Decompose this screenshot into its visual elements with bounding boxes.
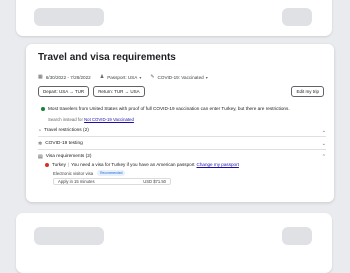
section-label: Travel restrictions (2) <box>44 128 89 133</box>
date-range-label: 6/30/2022 - 7/28/2022 <box>45 74 91 80</box>
clock-icon: ◔ <box>38 127 42 134</box>
search-instead-prefix: Search instead for <box>48 117 83 122</box>
chevron-down-icon: ⌄ <box>321 140 326 147</box>
previous-card <box>16 0 332 36</box>
alert-icon <box>45 162 49 167</box>
entry-notice: Most travelers from United States with p… <box>41 106 290 111</box>
separator: | <box>67 162 70 167</box>
chevron-down-icon: ▾ <box>139 74 142 80</box>
document-icon: ▤ <box>38 153 43 160</box>
section-covid-testing[interactable]: ✲ COVID-19 testing ⌄ <box>38 138 326 149</box>
date-range-filter[interactable]: ▦ 6/30/2022 - 7/28/2022 <box>38 74 91 80</box>
card-title: Travel and visa requirements <box>38 52 176 63</box>
covid-label: COVID-19: Vaccinated <box>157 74 204 80</box>
next-card <box>16 213 332 273</box>
not-vaccinated-link[interactable]: Not COVID-19 Vaccinated <box>84 117 134 122</box>
placeholder-bar <box>282 227 312 245</box>
route-selector: Depart: USA → TUR Return: TUR → USA <box>38 86 149 97</box>
evisa-label: Electronic visitor visa <box>53 170 94 176</box>
depart-route-button[interactable]: Depart: USA → TUR <box>38 86 90 97</box>
passport-icon: ♟ <box>99 74 105 80</box>
passport-label: Passport: USA <box>107 74 138 80</box>
edit-trip-button[interactable]: Edit my trip <box>291 86 324 97</box>
chevron-down-icon: ⌄ <box>321 127 326 134</box>
placeholder-bar <box>282 8 312 26</box>
passport-filter[interactable]: ♟ Passport: USA ▾ <box>100 74 142 80</box>
apply-price: USD $71.50 <box>143 179 166 184</box>
apply-option[interactable]: Apply in 15 minutes USD $71.50 <box>53 178 171 185</box>
placeholder-bar <box>34 227 104 245</box>
syringe-icon: ✎ <box>150 74 155 80</box>
apply-label: Apply in 15 minutes <box>58 179 95 184</box>
entry-notice-text: Most travelers from United States with p… <box>48 106 290 111</box>
check-circle-icon <box>41 106 45 111</box>
section-label: COVID-19 testing <box>45 141 83 146</box>
placeholder-bar <box>34 8 104 26</box>
divider <box>38 149 326 150</box>
section-visa-requirements[interactable]: ▤ Visa requirements (2) ⌃ <box>38 151 326 162</box>
change-passport-link[interactable]: Change my passport <box>197 162 239 167</box>
return-route-button[interactable]: Return: TUR → USA <box>93 86 145 97</box>
section-travel-restrictions[interactable]: ◔ Travel restrictions (2) ⌄ <box>38 125 326 136</box>
calendar-icon: ▦ <box>38 74 43 80</box>
travel-requirements-card: Travel and visa requirements ▦ 6/30/2022… <box>26 44 334 202</box>
search-instead: Search instead for Not COVID-19 Vaccinat… <box>48 117 134 122</box>
virus-icon: ✲ <box>38 140 43 147</box>
recommended-badge: Recommended <box>97 170 126 176</box>
covid-filter[interactable]: ✎ COVID-19: Vaccinated ▾ <box>150 74 207 80</box>
chevron-down-icon: ▾ <box>205 74 208 80</box>
divider <box>38 136 326 137</box>
visa-country: Turkey <box>52 162 66 167</box>
chevron-up-icon: ⌃ <box>321 153 326 160</box>
visa-message: You need a visa for Turkey if you have a… <box>71 162 195 167</box>
section-label: Visa requirements (2) <box>45 154 92 159</box>
trip-filters: ▦ 6/30/2022 - 7/28/2022 ♟ Passport: USA … <box>38 74 217 80</box>
visa-requirement-line: Turkey | You need a visa for Turkey if y… <box>45 162 239 167</box>
evisa-row: Electronic visitor visa Recommended <box>53 170 126 176</box>
